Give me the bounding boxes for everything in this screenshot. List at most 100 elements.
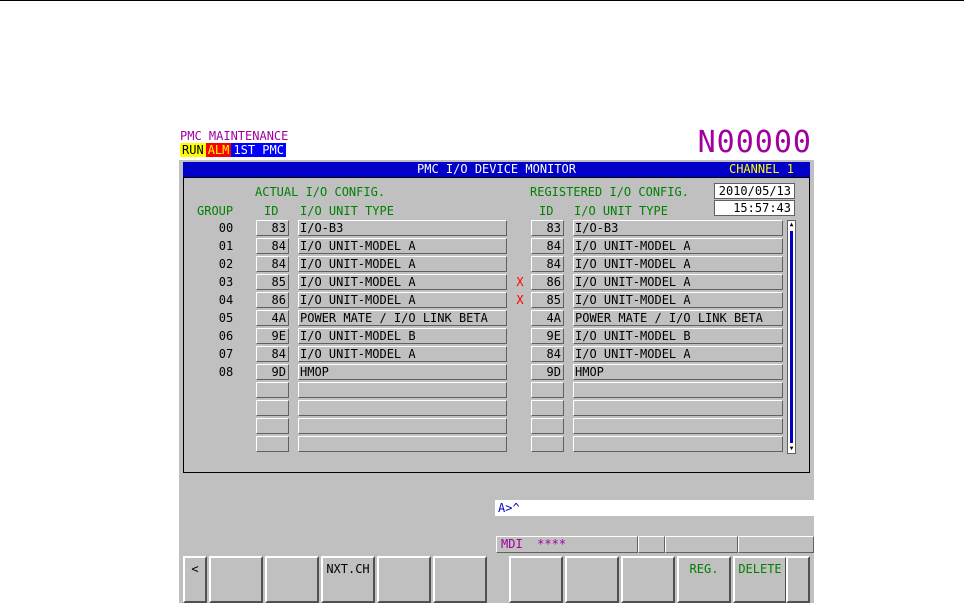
registered-id-cell: 84 xyxy=(531,256,564,272)
scrollbar-thumb[interactable] xyxy=(790,231,793,443)
actual-id-cell xyxy=(256,400,289,416)
actual-type-cell: I/O UNIT-MODEL A xyxy=(298,274,507,290)
softkey-5[interactable] xyxy=(433,556,487,603)
actual-id-cell: 84 xyxy=(256,346,289,362)
delete-softkey[interactable]: DELETE xyxy=(733,556,787,603)
registered-type-cell: I/O UNIT-MODEL A xyxy=(573,346,783,362)
mdi-status-stars: **** xyxy=(537,537,567,551)
mdi-mode-label: MDI xyxy=(501,537,523,551)
group-number: 04 xyxy=(218,293,234,307)
registered-config-heading: REGISTERED I/O CONFIG. xyxy=(530,185,689,199)
registered-id-cell: 4A xyxy=(531,310,564,326)
nxt-ch-softkey[interactable]: NXT.CH xyxy=(321,556,375,603)
actual-id-cell: 85 xyxy=(256,274,289,290)
status-segment-4 xyxy=(738,536,814,553)
actual-type-cell: I/O UNIT-MODEL A xyxy=(298,292,507,308)
reg-softkey[interactable]: REG. xyxy=(677,556,731,603)
app-title: PMC MAINTENANCE xyxy=(180,129,289,143)
registered-id-cell: 84 xyxy=(531,346,564,362)
group-number: 06 xyxy=(218,329,234,343)
actual-type-cell xyxy=(298,400,507,416)
actual-id-cell: 9D xyxy=(256,364,289,380)
registered-id-cell xyxy=(531,436,564,452)
date-display: 2010/05/13 xyxy=(714,183,795,199)
mode-status-bar: MDI **** xyxy=(496,536,814,553)
actual-id-cell: 86 xyxy=(256,292,289,308)
alarm-indicator: ALM xyxy=(205,143,232,157)
registered-type-cell xyxy=(573,436,783,452)
softkey-7[interactable] xyxy=(565,556,619,603)
softkey-1[interactable] xyxy=(209,556,263,603)
actual-type-cell: I/O UNIT-MODEL A xyxy=(298,256,507,272)
registered-type-cell: I/O-B3 xyxy=(573,220,783,236)
mdi-mode-segment: MDI **** xyxy=(496,536,638,553)
actual-id-cell xyxy=(256,436,289,452)
actual-id-column-header: ID xyxy=(264,204,279,218)
soft-key-bar: < NXT.CH REG. DELETE xyxy=(183,556,814,603)
softkey-4[interactable] xyxy=(377,556,431,603)
registered-id-column-header: ID xyxy=(539,204,554,218)
actual-type-cell: I/O UNIT-MODEL A xyxy=(298,346,507,362)
actual-type-cell: I/O-B3 xyxy=(298,220,507,236)
registered-type-cell: I/O UNIT-MODEL A xyxy=(573,274,783,290)
actual-type-cell: POWER MATE / I/O LINK BETA xyxy=(298,310,507,326)
actual-id-cell: 83 xyxy=(256,220,289,236)
registered-type-cell xyxy=(573,418,783,434)
softkey-8[interactable] xyxy=(621,556,675,603)
actual-id-cell: 4A xyxy=(256,310,289,326)
cnc-screen: PMC MAINTENANCE RUN ALM 1ST PMC N00000 P… xyxy=(179,125,814,603)
actual-id-cell: 9E xyxy=(256,328,289,344)
status-segment-3 xyxy=(665,536,738,553)
registered-type-cell xyxy=(573,382,783,398)
group-number: 03 xyxy=(218,275,234,289)
actual-type-cell xyxy=(298,436,507,452)
registered-id-cell xyxy=(531,418,564,434)
key-input-line[interactable]: A>^ xyxy=(495,500,814,516)
io-monitor-panel: ACTUAL I/O CONFIG. REGISTERED I/O CONFIG… xyxy=(183,177,810,473)
scroll-up-arrow-icon[interactable]: ▲ xyxy=(788,221,795,229)
actual-id-cell: 84 xyxy=(256,238,289,254)
registered-id-cell: 86 xyxy=(531,274,564,290)
actual-type-cell: I/O UNIT-MODEL B xyxy=(298,328,507,344)
softkey-2[interactable] xyxy=(265,556,319,603)
mismatch-mark: X xyxy=(516,293,524,307)
actual-type-column-header: I/O UNIT TYPE xyxy=(300,204,394,218)
group-number: 00 xyxy=(218,221,234,235)
status-indicators: RUN ALM 1ST PMC xyxy=(180,143,286,157)
run-indicator: RUN xyxy=(180,143,206,157)
screen-header: PMC MAINTENANCE RUN ALM 1ST PMC N00000 xyxy=(179,125,814,160)
registered-id-cell: 85 xyxy=(531,292,564,308)
softkey-6[interactable] xyxy=(509,556,563,603)
registered-id-cell xyxy=(531,400,564,416)
program-number: N00000 xyxy=(697,125,812,160)
registered-type-cell: I/O UNIT-MODEL A xyxy=(573,256,783,272)
actual-type-cell xyxy=(298,418,507,434)
title-bar: PMC I/O DEVICE MONITOR CHANNEL 1 xyxy=(183,162,810,177)
registered-type-cell: I/O UNIT-MODEL A xyxy=(573,292,783,308)
actual-config-heading: ACTUAL I/O CONFIG. xyxy=(255,185,386,199)
registered-id-cell: 84 xyxy=(531,238,564,254)
group-number: 02 xyxy=(218,257,234,271)
pmc-indicator: 1ST PMC xyxy=(231,143,286,157)
registered-type-column-header: I/O UNIT TYPE xyxy=(574,204,668,218)
continue-softkey[interactable] xyxy=(786,556,810,603)
scroll-down-arrow-icon[interactable]: ▼ xyxy=(788,445,795,453)
channel-label: CHANNEL 1 xyxy=(728,162,794,176)
return-softkey[interactable]: < xyxy=(183,556,207,603)
registered-type-cell: HMOP xyxy=(573,364,783,380)
actual-type-cell: HMOP xyxy=(298,364,507,380)
registered-id-cell: 83 xyxy=(531,220,564,236)
registered-type-cell: POWER MATE / I/O LINK BETA xyxy=(573,310,783,326)
actual-id-cell xyxy=(256,418,289,434)
group-column-header: GROUP xyxy=(197,204,234,218)
registered-id-cell xyxy=(531,382,564,398)
actual-type-cell xyxy=(298,382,507,398)
group-number: 08 xyxy=(218,365,234,379)
registered-id-cell: 9E xyxy=(531,328,564,344)
status-segment-2 xyxy=(638,536,665,553)
vertical-scrollbar[interactable]: ▲ ▼ xyxy=(787,220,796,454)
registered-type-cell: I/O UNIT-MODEL A xyxy=(573,238,783,254)
actual-type-cell: I/O UNIT-MODEL A xyxy=(298,238,507,254)
actual-id-cell: 84 xyxy=(256,256,289,272)
group-number: 07 xyxy=(218,347,234,361)
